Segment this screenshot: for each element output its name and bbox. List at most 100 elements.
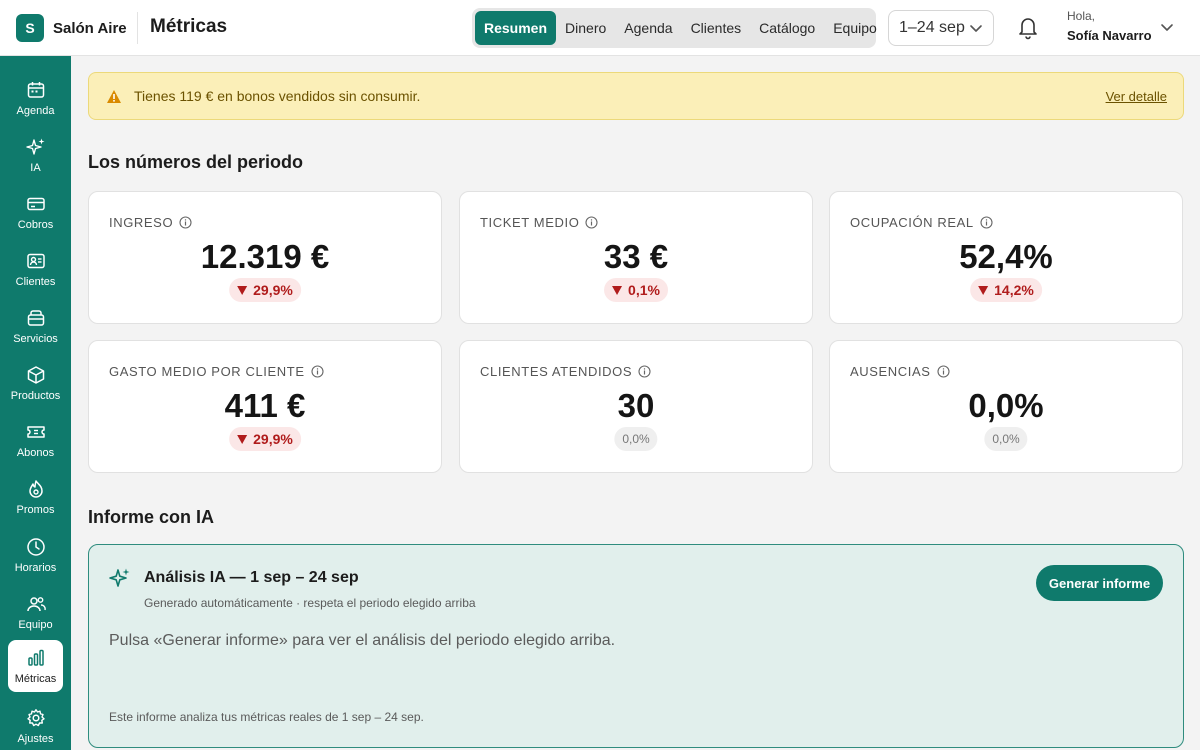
brand-logo: S [16,14,44,42]
bar-chart-icon [25,647,47,669]
metric-card-gasto-medio: GASTO MEDIO POR CLIENTE 411 € 29,9% [88,340,442,473]
sidebar-item-horarios[interactable]: Horarios [8,529,63,581]
top-bar: S Salón Aire Métricas Resumen Dinero Age… [0,0,1200,56]
sidebar-item-label: Ajustes [17,733,54,745]
metric-label-text: INGRESO [109,215,174,230]
sidebar-item-label: IA [30,162,41,174]
chevron-down-icon[interactable] [1160,20,1174,39]
header-divider [137,12,138,44]
view-detail-link[interactable]: Ver detalle [1106,89,1167,104]
metric-card-clientes-atendidos: CLIENTES ATENDIDOS 30 0,0% [459,340,813,473]
period-value: 1–24 sep [899,19,965,36]
sidebar-item-label: Productos [10,390,61,402]
metric-delta-text: 0,1% [628,282,660,298]
sidebar-item-label: Cobros [17,219,54,231]
info-icon[interactable] [980,216,993,229]
sidebar-item-label: Servicios [13,333,58,345]
sidebar-item-ia[interactable]: IA [8,129,63,181]
sidebar-item-abonos[interactable]: Abonos [8,414,63,466]
metric-label: TICKET MEDIO [480,215,598,230]
metric-delta-text: 29,9% [253,431,293,447]
metric-value: 33 € [603,238,669,275]
metric-delta: 29,9% [229,427,301,451]
info-icon[interactable] [585,216,598,229]
metric-label: AUSENCIAS [850,364,950,379]
sidebar-item-label: Abonos [16,447,55,459]
metric-card-ausencias: AUSENCIAS 0,0% 0,0% [829,340,1183,473]
sidebar-item-ajustes[interactable]: Ajustes [8,700,63,750]
metric-label: INGRESO [109,215,192,230]
metrics-tabs: Resumen Dinero Agenda Clientes Catálogo … [472,8,877,48]
info-icon[interactable] [311,365,324,378]
calendar-icon [25,79,47,101]
brand[interactable]: S Salón Aire [16,14,127,42]
flame-icon [25,478,47,500]
tab-catalogo[interactable]: Catálogo [750,11,824,45]
metric-label-text: TICKET MEDIO [480,215,580,230]
metric-label-text: OCUPACIÓN REAL [850,215,974,230]
credit-card-icon [25,193,47,215]
clock-icon [25,536,47,558]
metric-value: 30 [617,387,655,424]
metric-delta: 14,2% [970,278,1042,302]
metric-label-text: AUSENCIAS [850,364,931,379]
ai-report-footer: Este informe analiza tus métricas reales… [109,710,424,724]
period-select[interactable]: 1–24 sep [888,10,994,46]
metric-card-ingreso: INGRESO 12.319 € 29,9% [88,191,442,324]
tab-resumen[interactable]: Resumen [475,11,557,45]
tray-icon [25,307,47,329]
sidebar-item-promos[interactable]: Promos [8,471,63,523]
metric-card-ocupacion-real: OCUPACIÓN REAL 52,4% 14,2% [829,191,1183,324]
sidebar-item-servicios[interactable]: Servicios [8,300,63,352]
sidebar-item-label: Horarios [14,562,57,574]
info-icon[interactable] [936,365,950,378]
metric-label: CLIENTES ATENDIDOS [480,364,651,379]
box-icon [25,364,47,386]
metric-label: GASTO MEDIO POR CLIENTE [109,364,324,379]
sparkles-icon [25,136,47,158]
metrics-section-title: Los números del periodo [88,152,304,172]
brand-name: Salón Aire [53,19,127,37]
metric-label-text: GASTO MEDIO POR CLIENTE [109,364,305,379]
metric-value: 12.319 € [200,238,330,275]
sidebar-item-productos[interactable]: Productos [8,357,63,409]
greeting-text: Hola, [1067,9,1096,23]
user-menu[interactable]: Hola, Sofía Navarro [1067,9,1152,43]
tab-equipo[interactable]: Equipo [824,11,886,45]
contact-card-icon [25,250,47,272]
down-triangle-icon [612,285,623,295]
sparkles-icon [109,567,131,594]
sidebar-item-cobros[interactable]: Cobros [8,186,63,238]
chevron-down-icon [969,21,983,40]
sidebar-item-label: Métricas [14,673,57,685]
sidebar-item-metricas[interactable]: Métricas [8,640,63,692]
sidebar: Agenda IA Cobros Clientes Servicios Prod… [0,56,71,750]
sidebar-item-clientes[interactable]: Clientes [8,243,63,295]
tab-dinero[interactable]: Dinero [556,11,615,45]
info-icon[interactable] [179,216,192,229]
info-icon[interactable] [638,365,651,378]
metric-label: OCUPACIÓN REAL [850,215,993,230]
down-triangle-icon [237,285,248,295]
metric-card-ticket-medio: TICKET MEDIO 33 € 0,1% [459,191,813,324]
metric-label-text: CLIENTES ATENDIDOS [480,364,633,379]
ai-report-body: Pulsa «Generar informe» para ver el anál… [109,632,616,649]
sidebar-item-equipo[interactable]: Equipo [8,586,63,638]
down-triangle-icon [237,434,248,444]
sidebar-item-agenda[interactable]: Agenda [8,72,63,124]
down-triangle-icon [978,285,989,295]
ticket-icon [25,421,47,443]
metric-delta: 0,1% [604,278,668,302]
metric-delta-text: 29,9% [253,282,293,298]
bell-icon[interactable] [1016,14,1040,40]
sidebar-item-label: Clientes [15,276,56,288]
tab-agenda[interactable]: Agenda [615,11,681,45]
metric-delta: 0,0% [984,427,1028,451]
sidebar-item-label: Agenda [16,105,55,117]
ai-report-subtitle: Generado automáticamente · respeta el pe… [144,596,476,610]
alert-message: Tienes 119 € en bonos vendidos sin consu… [134,88,421,104]
tab-clientes[interactable]: Clientes [682,11,751,45]
generate-report-button[interactable]: Generar informe [1036,565,1163,601]
ai-section-title: Informe con IA [88,507,215,527]
warning-icon [106,89,122,109]
